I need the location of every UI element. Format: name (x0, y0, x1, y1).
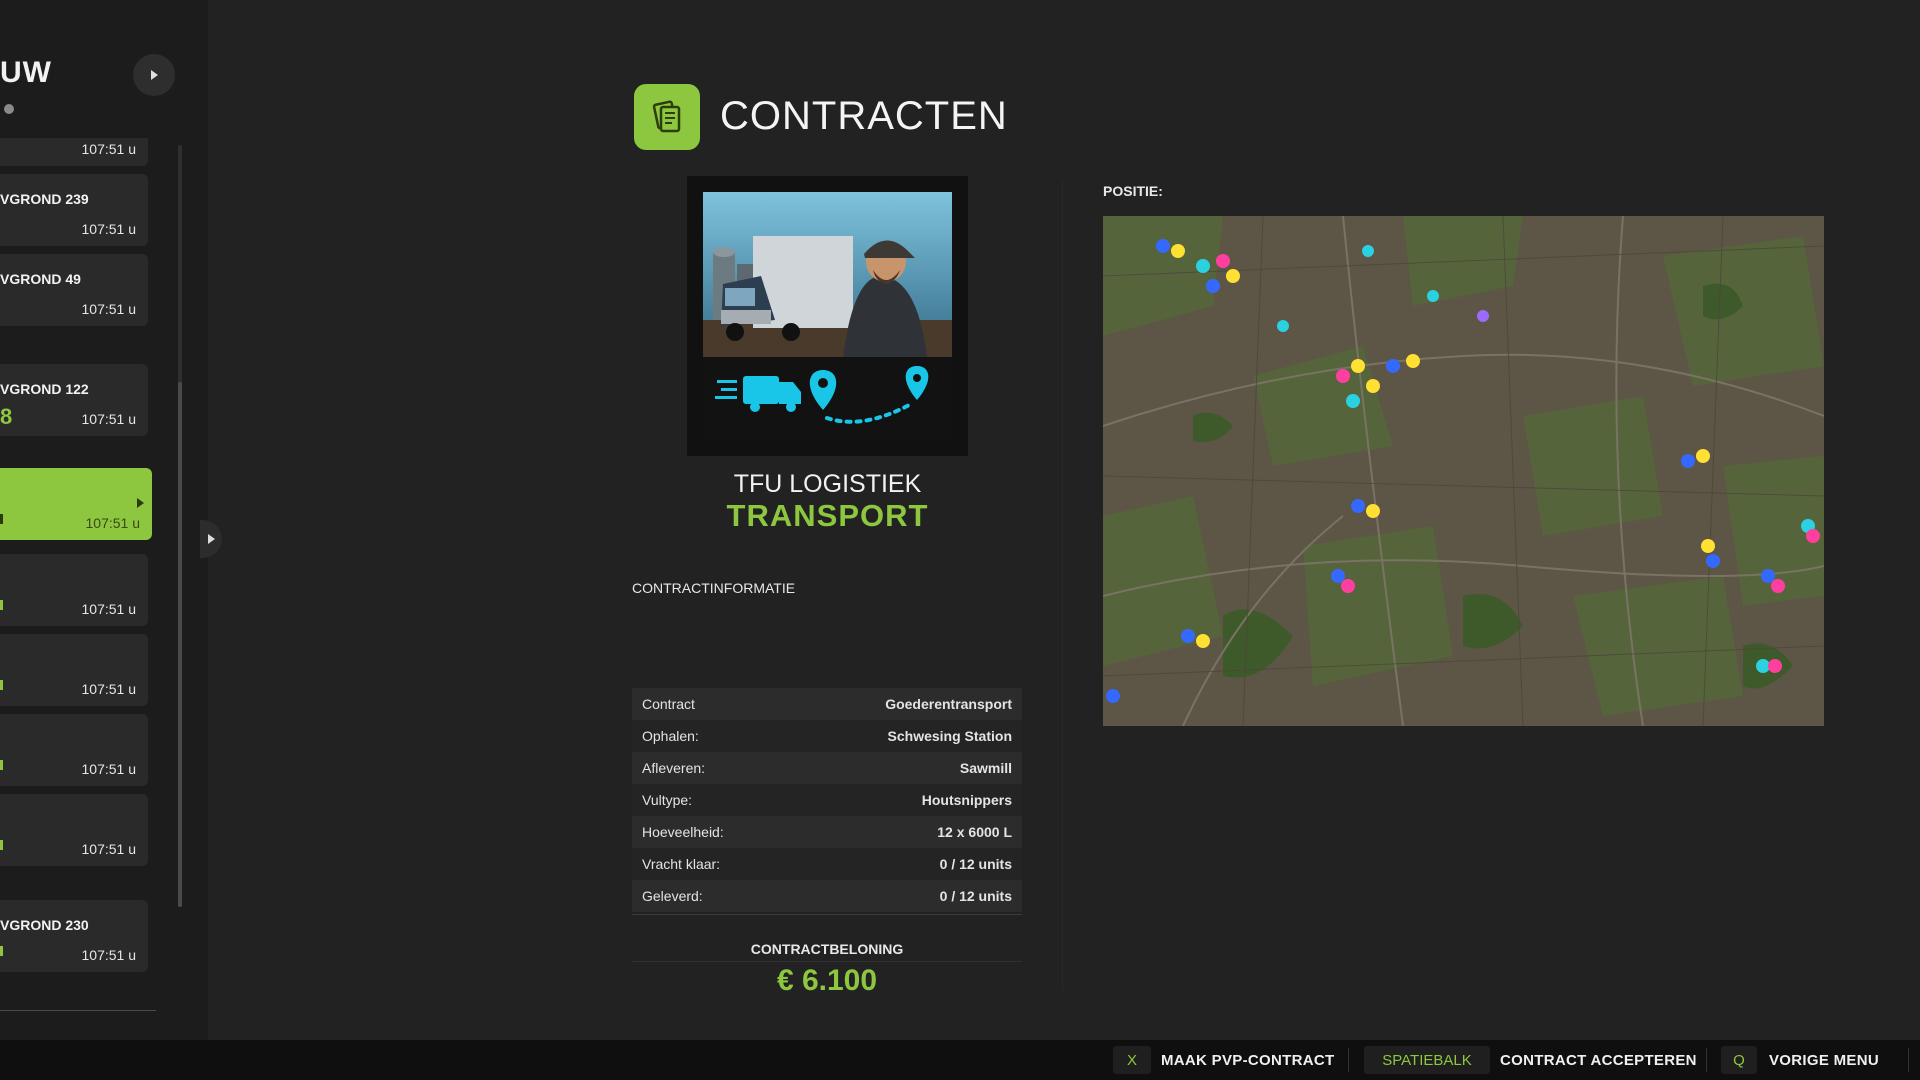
reward-heading: CONTRACTBELONING (750, 941, 904, 957)
item-time: 107:51 u (81, 601, 137, 617)
detail-label: Ophalen: (642, 728, 699, 744)
item-marker (0, 514, 3, 524)
detail-label: Hoeveelheid: (642, 824, 724, 840)
key-hint-x[interactable]: X (1113, 1046, 1151, 1074)
contract-list-sidebar: UW 107:51 u VGROND 239 107:51 u VGROND 4… (0, 0, 208, 1040)
contract-list-item[interactable]: 107:51 u (0, 794, 148, 866)
item-time: 107:51 u (81, 411, 137, 427)
contract-info-heading: CONTRACTINFORMATIE (632, 580, 796, 596)
item-marker (0, 946, 3, 956)
detail-row: Vracht klaar: 0 / 12 units (632, 848, 1022, 880)
item-marker (0, 840, 3, 850)
detail-label: Contract (642, 696, 695, 712)
action-separator (1908, 1048, 1909, 1072)
detail-label: Afleveren: (642, 760, 706, 776)
list-scrollbar-thumb[interactable] (178, 382, 182, 907)
detail-value: 0 / 12 units (939, 888, 1012, 904)
key-hint-q[interactable]: Q (1721, 1046, 1757, 1074)
contract-list-item[interactable]: VGROND 239 107:51 u (0, 174, 148, 246)
column-divider (1062, 180, 1063, 990)
company-name: TFU LOGISTIEK (733, 470, 922, 498)
position-map[interactable] (1103, 216, 1824, 726)
detail-value: Sawmill (959, 760, 1012, 776)
action-separator (1348, 1048, 1349, 1072)
item-marker (0, 680, 3, 690)
sidebar-divider (0, 1010, 156, 1011)
contract-list-item[interactable]: 107:51 u (0, 138, 148, 166)
item-time: 107:51 u (85, 515, 141, 531)
item-time: 107:51 u (81, 761, 137, 777)
item-name: VGROND 239 (0, 191, 89, 207)
item-name: VGROND 49 (0, 271, 81, 287)
sidebar-title: UW (0, 56, 52, 89)
item-name: VGROND 122 (0, 381, 89, 397)
item-name: VGROND 230 (0, 917, 89, 933)
reward-amount: € 6.100 (776, 964, 878, 997)
contract-list-item[interactable]: VGROND 122 8 107:51 u (0, 364, 148, 436)
item-marker (0, 600, 3, 610)
contract-list-item-selected[interactable]: 107:51 u (0, 468, 152, 540)
contract-document-icon (634, 84, 700, 150)
detail-row: Ophalen: Schwesing Station (632, 720, 1022, 752)
item-time: 107:51 u (81, 221, 137, 237)
previous-menu-button[interactable]: VORIGE MENU (1769, 1052, 1879, 1069)
position-heading: POSITIE: (1103, 183, 1163, 199)
contract-list-item[interactable]: 107:51 u (0, 634, 148, 706)
item-time: 107:51 u (81, 681, 137, 697)
detail-value: Schwesing Station (887, 728, 1012, 744)
map-terrain (1103, 216, 1824, 726)
detail-value: Goederentransport (885, 696, 1012, 712)
detail-row: Geleverd: 0 / 12 units (632, 880, 1022, 912)
item-time: 107:51 u (81, 301, 137, 317)
item-time: 107:51 u (81, 141, 137, 157)
key-hint-spacebar[interactable]: SPATIEBALK (1364, 1046, 1490, 1074)
table-divider (632, 914, 1022, 915)
contract-list-item[interactable]: 107:51 u (0, 714, 148, 786)
contract-list-item[interactable]: VGROND 49 107:51 u (0, 254, 148, 326)
detail-row: Contract Goederentransport (632, 688, 1022, 720)
detail-row: Afleveren: Sawmill (632, 752, 1022, 784)
item-marker (0, 760, 3, 770)
page-title: CONTRACTEN (720, 94, 1008, 138)
contract-list[interactable]: 107:51 u VGROND 239 107:51 u VGROND 49 1… (0, 138, 160, 1016)
item-accent-value: 8 (0, 404, 13, 429)
contract-type: TRANSPORT (726, 498, 929, 533)
detail-value: 0 / 12 units (939, 856, 1012, 872)
contract-details-table: Contract Goederentransport Ophalen: Schw… (632, 688, 1022, 912)
detail-label: Vracht klaar: (642, 856, 721, 872)
detail-row: Hoeveelheid: 12 x 6000 L (632, 816, 1022, 848)
item-time: 107:51 u (81, 841, 137, 857)
contract-list-item[interactable]: VGROND 230 107:51 u (0, 900, 148, 972)
detail-label: Geleverd: (642, 888, 703, 904)
item-time: 107:51 u (81, 947, 137, 963)
detail-value: Houtsnippers (921, 792, 1012, 808)
sidebar-next-button[interactable] (133, 54, 175, 96)
detail-label: Vultype: (642, 792, 693, 808)
reward-divider (632, 961, 1022, 962)
detail-value: 12 x 6000 L (937, 824, 1012, 840)
play-arrow-icon (207, 534, 215, 544)
create-pvp-contract-button[interactable]: MAAK PVP-CONTRACT (1161, 1052, 1334, 1069)
accept-contract-button[interactable]: CONTRACT ACCEPTEREN (1500, 1052, 1697, 1069)
detail-row: Vultype: Houtsnippers (632, 784, 1022, 816)
contract-image (687, 176, 968, 456)
page-indicator-dot (4, 104, 14, 114)
action-separator (1706, 1048, 1707, 1072)
play-arrow-icon (151, 70, 158, 80)
sidebar-toggle-button[interactable] (200, 520, 222, 558)
contract-list-item[interactable]: 107:51 u (0, 554, 148, 626)
selected-arrow-icon (137, 498, 144, 508)
